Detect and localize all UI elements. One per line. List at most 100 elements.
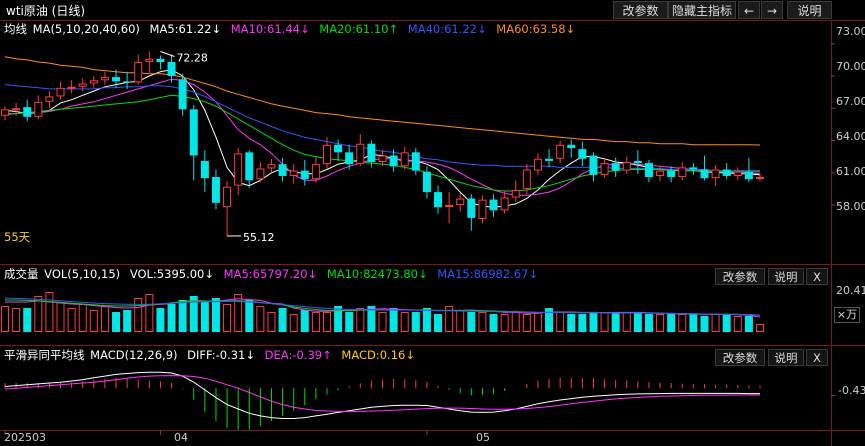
volume-ma-lines (4, 297, 761, 318)
main-ma-lines (4, 56, 761, 208)
volume-bar-down (389, 308, 398, 332)
candle-body-up (445, 205, 454, 207)
volume-bar-up (600, 312, 609, 332)
candle-body-up (267, 164, 276, 169)
candle-body-down (700, 169, 709, 179)
volume-bar-up (533, 312, 542, 332)
volume-bar-up (733, 316, 742, 332)
hide-main-indicator-button[interactable]: 隐藏主指标 (668, 1, 736, 19)
candle-body-down (611, 163, 620, 171)
y-tick-61: 61.00 (836, 165, 865, 178)
ma10-value: MA10:61.44↓ (230, 22, 310, 36)
volume-bar-up (478, 312, 487, 332)
ma-line-ma10 (5, 78, 761, 196)
volume-bar-down (467, 312, 476, 332)
volume-bar-up (400, 312, 409, 332)
volume-bar-up (656, 314, 665, 332)
candle-body-up (45, 96, 54, 102)
volume-bar-down (611, 312, 620, 332)
volume-bar-up (311, 312, 320, 332)
macd-help-button[interactable]: 说明 (768, 349, 804, 366)
candle-body-up (400, 152, 409, 167)
price-annotations: 72.28 55.12 (160, 51, 275, 244)
y-tick-67: 67.00 (836, 95, 865, 108)
candle-body-down (123, 81, 132, 83)
volume-bar-down (345, 312, 354, 332)
help-button[interactable]: 说明 (787, 1, 832, 19)
volume-bar-down (545, 308, 554, 332)
volume-bar-up (223, 304, 232, 332)
volume-close-button[interactable]: X (806, 268, 828, 285)
period-label: 55天 (4, 230, 31, 244)
candle-body-up (56, 87, 65, 97)
volume-bar-up (500, 314, 509, 332)
macd-params-button[interactable]: 改参数 (715, 349, 765, 366)
volume-bar-down (112, 312, 121, 332)
scroll-left-button[interactable]: ← (738, 1, 760, 19)
volume-bar-down (200, 302, 209, 332)
volume-bars (1, 292, 764, 332)
volume-indicator-name: 成交量 (4, 267, 39, 281)
macd-close-button[interactable]: X (806, 349, 828, 366)
volume-bar-down (422, 308, 431, 332)
candle-body-up (322, 144, 331, 165)
volume-bar-up (267, 312, 276, 332)
kline-chart[interactable]: 72.28 55.12 (0, 0, 865, 446)
chart-title: wti原油 (日线) (6, 4, 86, 18)
volume-bar-up (34, 296, 43, 332)
candle-body-up (67, 86, 76, 89)
candle-body-up (511, 189, 520, 198)
macd-lines (4, 371, 835, 419)
volume-bar-up (522, 314, 531, 332)
candle-body-down (278, 164, 287, 176)
candle-body-down (300, 170, 309, 180)
volume-bar-down (23, 308, 32, 332)
volume-ma5-line (5, 298, 761, 318)
candle-body-up (356, 143, 365, 165)
candle-body-up (34, 101, 43, 117)
candle-body-down (367, 143, 376, 162)
ma-line-ma20 (4, 94, 760, 192)
volume-bar-up (445, 306, 454, 332)
candle-body-down (644, 163, 653, 178)
volume-bar-down (744, 316, 753, 332)
candle-body-down (156, 58, 165, 63)
volume-bar-down (245, 300, 254, 332)
scroll-right-button[interactable]: → (761, 1, 783, 19)
ma-indicator-spec: MA(5,10,20,40,60) (32, 22, 140, 36)
annotation-label: 55.12 (243, 231, 275, 244)
candle-body-down (434, 192, 443, 208)
candle-body-down (689, 167, 698, 170)
top-toolbar: wti原油 (日线) 改参数 隐藏主指标 ← → 说明 (0, 0, 865, 20)
macd-legend: 平滑异同平均线 MACD(12,26,9) DIFF:-0.31↓ DEA:-0… (4, 347, 421, 363)
volume-y-tick: 20.41 (836, 284, 865, 297)
volume-bar-down (411, 312, 420, 332)
candle-body-down (589, 155, 598, 175)
edit-params-button[interactable]: 改参数 (613, 1, 668, 19)
candle-body-down (23, 107, 32, 117)
candle-body-down (334, 144, 343, 153)
volume-bar-down (300, 310, 309, 332)
candle-body-up (378, 155, 387, 163)
macd-histogram (4, 377, 761, 430)
volume-bar-up (56, 302, 65, 332)
volume-bar-up (456, 310, 465, 332)
candle-body-up (1, 109, 9, 116)
volume-params-button[interactable]: 改参数 (715, 268, 765, 285)
candle-body-up (311, 164, 320, 180)
chart-frame (0, 20, 865, 446)
candle-body-up (556, 144, 565, 159)
ma-line-ma40 (4, 84, 760, 172)
macd-indicator-name: 平滑异同平均线 (4, 348, 85, 362)
volume-help-button[interactable]: 说明 (768, 268, 804, 285)
ma-line-ma60 (4, 56, 761, 146)
ma40-value: MA40:61.22↓ (407, 22, 487, 36)
candle-body-down (189, 109, 198, 156)
candle-body-up (656, 170, 665, 176)
candle-body-up (500, 197, 509, 211)
volume-bar-up (378, 312, 387, 332)
macd-dea-line (4, 375, 760, 413)
volume-ma10-value: MA10:82473.80↓ (326, 267, 428, 281)
candle-body-up (134, 62, 143, 83)
volume-bar-up (234, 294, 243, 332)
